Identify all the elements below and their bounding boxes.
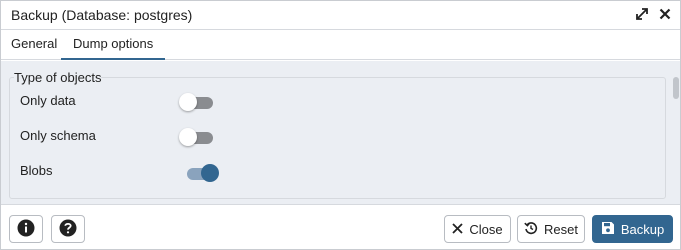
info-icon — [17, 219, 35, 240]
reset-icon — [524, 221, 538, 238]
toggle-knob — [179, 93, 197, 111]
tab-general[interactable]: General — [11, 30, 57, 60]
help-icon — [59, 219, 77, 240]
reset-button[interactable]: Reset — [517, 215, 585, 243]
only-data-label: Only data — [20, 93, 76, 108]
blobs-toggle[interactable] — [185, 164, 221, 182]
info-button[interactable] — [9, 215, 43, 243]
close-button-label: Close — [469, 221, 503, 237]
only-schema-toggle[interactable] — [179, 128, 215, 146]
backup-button-label: Backup — [620, 221, 665, 237]
toggle-knob — [179, 128, 197, 146]
tab-bar: General Dump options — [1, 30, 680, 60]
dump-options-panel: Type of objects Only data Only schema Bl… — [1, 61, 680, 204]
close-x-icon — [452, 222, 464, 237]
only-data-toggle[interactable] — [179, 93, 215, 111]
toggle-knob — [201, 164, 219, 182]
panel-scrollbar[interactable] — [671, 61, 680, 204]
tab-dump-options[interactable]: Dump options — [61, 30, 166, 60]
dialog-title: Backup (Database: postgres) — [11, 7, 193, 23]
scrollbar-thumb[interactable] — [673, 77, 679, 99]
expand-icon[interactable] — [635, 6, 649, 22]
dialog-footer: Close Reset Backup — [1, 204, 680, 249]
backup-button[interactable]: Backup — [592, 215, 673, 243]
save-icon — [601, 221, 615, 238]
close-button[interactable]: Close — [444, 215, 511, 243]
help-button[interactable] — [51, 215, 85, 243]
only-schema-label: Only schema — [20, 128, 96, 143]
type-of-objects-group — [9, 77, 666, 199]
close-icon[interactable] — [658, 6, 672, 22]
dialog-titlebar[interactable]: Backup (Database: postgres) — [1, 1, 680, 30]
blobs-label: Blobs — [20, 163, 53, 178]
reset-button-label: Reset — [544, 221, 578, 237]
group-legend: Type of objects — [14, 70, 102, 85]
title-actions — [635, 6, 672, 22]
backup-dialog: Backup (Database: postgres) General Dump… — [0, 0, 681, 250]
